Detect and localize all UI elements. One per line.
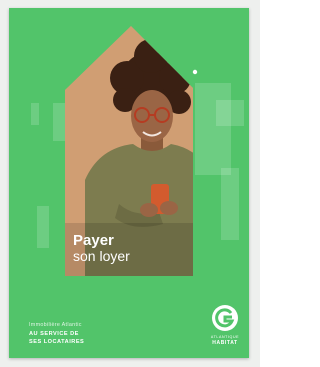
tagline-company: Immobilière Atlantic bbox=[29, 322, 82, 328]
page-frame: Payer son loyer Immobilière Atlantic AU … bbox=[0, 0, 260, 367]
cover-heading: Payer son loyer bbox=[73, 233, 130, 264]
brand-g-icon bbox=[212, 305, 238, 331]
hand-shape bbox=[160, 201, 178, 215]
brand-main-text: HABITAT bbox=[212, 340, 238, 346]
tagline-line-1: AU SERVICE DE bbox=[29, 331, 79, 337]
roof-dot bbox=[192, 69, 198, 75]
brand-top-text: ATLANTIQUE bbox=[210, 335, 240, 339]
hand-shape bbox=[140, 203, 158, 217]
tagline-line-2: SES LOCATAIRES bbox=[29, 339, 85, 345]
brochure-cover: Payer son loyer Immobilière Atlantic AU … bbox=[9, 8, 249, 358]
cover-title: Payer bbox=[73, 232, 114, 249]
cover-subtitle: son loyer bbox=[73, 248, 130, 264]
